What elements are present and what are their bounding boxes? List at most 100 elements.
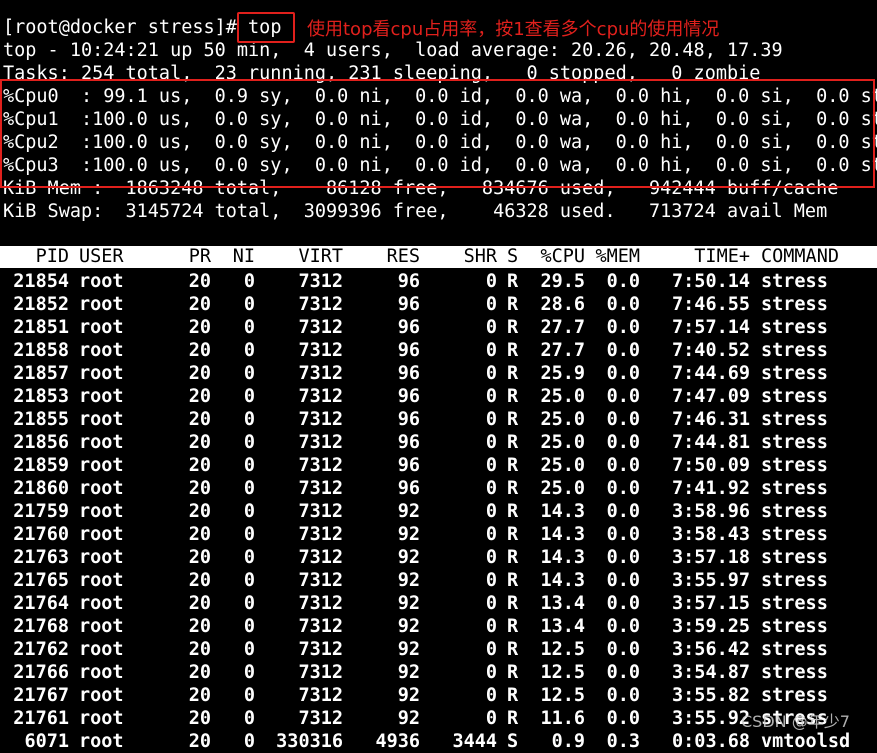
cell-ni: 0 (243, 547, 255, 568)
cell-cpu: 25.9 (540, 363, 585, 384)
cell-res: 92 (397, 593, 420, 614)
cell-mem: 0.0 (606, 340, 640, 361)
cell-cpu: 14.3 (540, 501, 585, 522)
cell-time: 7:40.52 (672, 340, 750, 361)
cell-shr: 0 (485, 386, 497, 407)
cell-state: R (507, 340, 519, 361)
cell-ni: 0 (243, 294, 255, 315)
command-highlight-box (237, 12, 295, 43)
cell-state: R (507, 639, 519, 660)
cell-shr: 0 (485, 593, 497, 614)
cell-mem: 0.0 (606, 524, 640, 545)
cell-ni: 0 (243, 317, 255, 338)
cell-pr: 20 (188, 547, 211, 568)
cell-user: root (79, 432, 124, 453)
cell-state: S (507, 731, 519, 752)
cell-virt: 7312 (298, 547, 343, 568)
cell-command: stress (761, 524, 828, 545)
cell-ni: 0 (243, 731, 255, 752)
cell-cpu: 27.7 (540, 317, 585, 338)
cell-pid: 21765 (13, 570, 69, 591)
cell-res: 96 (397, 409, 420, 430)
cell-state: R (507, 593, 519, 614)
cell-cpu: 12.5 (540, 639, 585, 660)
cell-command: stress (761, 363, 828, 384)
cell-mem: 0.0 (606, 294, 640, 315)
cell-pr: 20 (188, 708, 211, 729)
cell-ni: 0 (243, 432, 255, 453)
cell-shr: 0 (485, 455, 497, 476)
cell-mem: 0.0 (606, 363, 640, 384)
cell-time: 0:03.68 (672, 731, 750, 752)
cell-ni: NI (232, 246, 255, 267)
cell-pid: 21856 (13, 432, 69, 453)
cell-cpu: 28.6 (540, 294, 585, 315)
cell-virt: 7312 (298, 593, 343, 614)
table-row: 21767 root 20 0 7312 92 0 R 12.5 0.0 3:55.82 stress (0, 684, 877, 707)
cell-time: 3:56.42 (672, 639, 750, 660)
cell-time: 3:58.43 (672, 524, 750, 545)
cell-ni: 0 (243, 593, 255, 614)
cell-state: R (507, 478, 519, 499)
cell-cpu: 25.0 (540, 409, 585, 430)
cell-ni: 0 (243, 455, 255, 476)
cell-shr: 0 (485, 271, 497, 292)
cell-mem: 0.0 (606, 271, 640, 292)
cell-state: R (507, 570, 519, 591)
cell-time: TIME+ (694, 246, 750, 267)
table-row: 21768 root 20 0 7312 92 0 R 13.4 0.0 3:59.25 stress (0, 615, 877, 638)
cell-ni: 0 (243, 363, 255, 384)
cell-command: vmtoolsd (761, 731, 851, 752)
cell-time: 3:57.18 (672, 547, 750, 568)
cell-state: R (507, 501, 519, 522)
cell-user: root (79, 317, 124, 338)
prompt-text: [root@docker stress]# (3, 17, 249, 38)
cell-cpu: 13.4 (540, 593, 585, 614)
table-row: 21860 root 20 0 7312 96 0 R 25.0 0.0 7:41.92 stress (0, 477, 877, 500)
table-row: 21858 root 20 0 7312 96 0 R 27.7 0.0 7:40.52 stress (0, 339, 877, 362)
cell-user: root (79, 662, 124, 683)
table-row: 21851 root 20 0 7312 96 0 R 27.7 0.0 7:57.14 stress (0, 316, 877, 339)
cell-shr: 0 (485, 547, 497, 568)
cell-pr: 20 (188, 409, 211, 430)
cell-res: 96 (397, 386, 420, 407)
cell-shr: 0 (485, 432, 497, 453)
cell-virt: 7312 (298, 616, 343, 637)
cell-time: 7:47.09 (672, 386, 750, 407)
cell-shr: 0 (485, 616, 497, 637)
cell-state: R (507, 294, 519, 315)
cell-command: stress (761, 547, 828, 568)
cell-cpu: 27.7 (540, 340, 585, 361)
table-row: 21856 root 20 0 7312 96 0 R 25.0 0.0 7:44.81 stress (0, 431, 877, 454)
cell-time: 3:55.92 (672, 708, 750, 729)
cell-time: 7:44.69 (672, 363, 750, 384)
cell-virt: 7312 (298, 386, 343, 407)
cell-shr: 0 (485, 294, 497, 315)
cell-pid: 21859 (13, 455, 69, 476)
cell-res: 92 (397, 639, 420, 660)
cell-res: 92 (397, 547, 420, 568)
cell-user: root (79, 271, 124, 292)
cell-user: root (79, 340, 124, 361)
cell-time: 7:41.92 (672, 478, 750, 499)
cell-time: 7:57.14 (672, 317, 750, 338)
cell-shr: 0 (485, 409, 497, 430)
cell-pid: 21855 (13, 409, 69, 430)
table-row: 21763 root 20 0 7312 92 0 R 14.3 0.0 3:57.18 stress (0, 546, 877, 569)
cell-pr: 20 (188, 639, 211, 660)
cell-command: stress (761, 685, 828, 706)
cell-virt: 7312 (298, 317, 343, 338)
cell-mem: 0.0 (606, 432, 640, 453)
cell-pr: 20 (188, 570, 211, 591)
cell-pid: 21858 (13, 340, 69, 361)
cell-shr: 0 (485, 685, 497, 706)
cell-time: 7:50.14 (672, 271, 750, 292)
cell-pr: 20 (188, 501, 211, 522)
table-row: 21760 root 20 0 7312 92 0 R 14.3 0.0 3:58.43 stress (0, 523, 877, 546)
cell-res: 92 (397, 570, 420, 591)
cell-user: root (79, 501, 124, 522)
cell-virt: 7312 (298, 639, 343, 660)
cell-virt: 7312 (298, 294, 343, 315)
table-header: PID USER PR NI VIRT RES SHR S %CPU %MEM TIME+ COMMA… (0, 246, 877, 268)
cell-pr: 20 (188, 478, 211, 499)
